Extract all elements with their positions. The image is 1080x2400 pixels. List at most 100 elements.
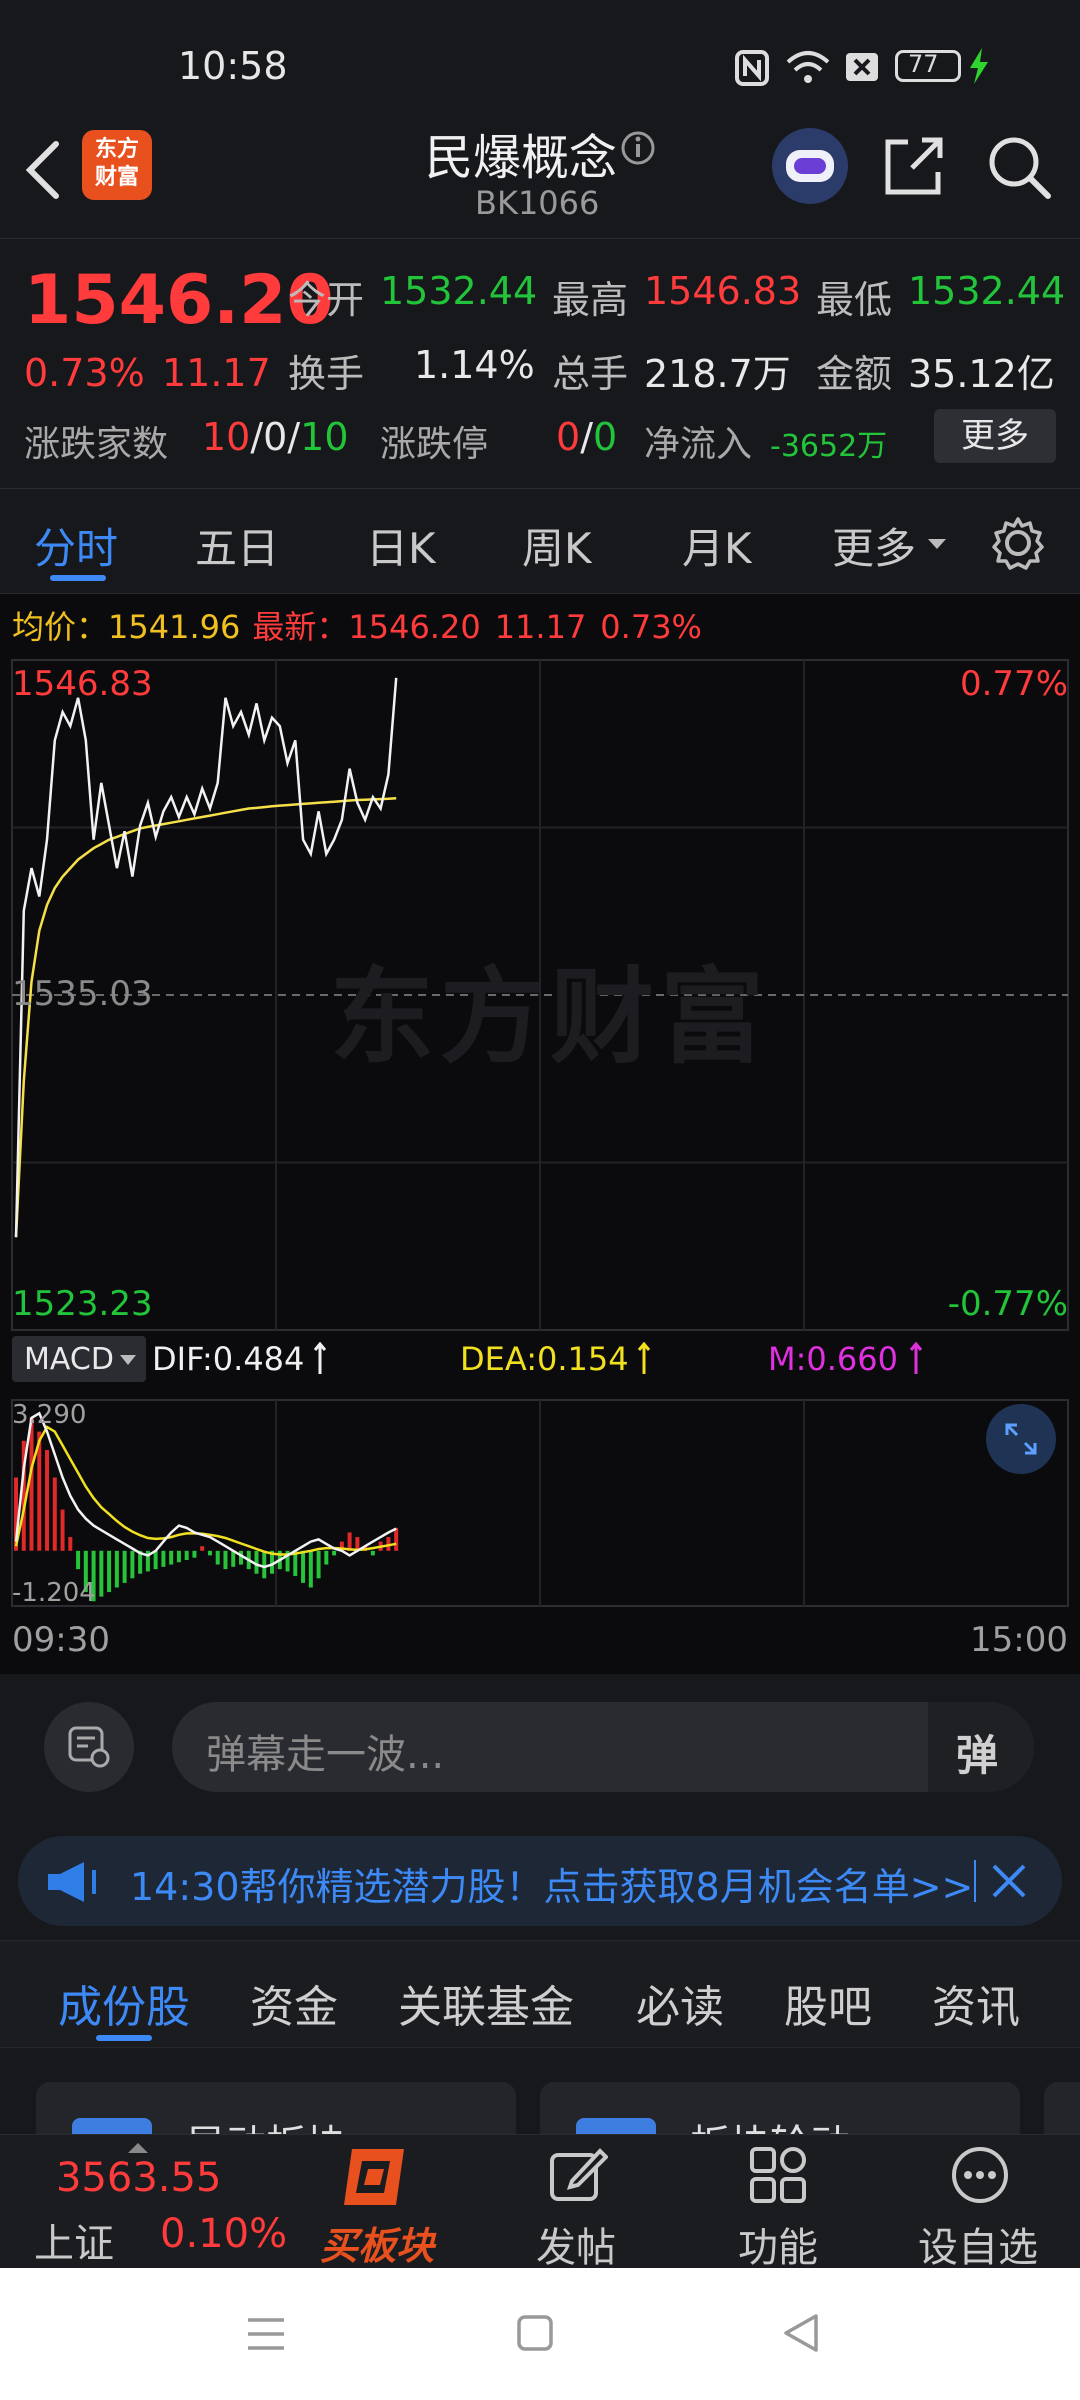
expand-icon bbox=[1005, 1423, 1037, 1455]
tab-constituents[interactable]: 成份股 bbox=[58, 1971, 190, 2035]
chevron-down-icon bbox=[120, 1355, 136, 1365]
buy-board-icon bbox=[344, 2149, 404, 2205]
chevron-down-icon bbox=[928, 539, 946, 549]
updown-label: 涨跌家数 bbox=[24, 424, 169, 465]
caret-up-icon[interactable] bbox=[128, 2141, 148, 2153]
amount-label: 金额 bbox=[816, 352, 893, 396]
system-nav-bar bbox=[0, 2268, 1080, 2400]
danmu-send-button[interactable]: 弹 bbox=[928, 1702, 1034, 1792]
avg-value: 1541.96 bbox=[108, 608, 241, 646]
card-title: 异动板块 bbox=[186, 2112, 346, 2134]
function-label[interactable]: 功能 bbox=[738, 2215, 818, 2273]
index-pct[interactable]: 0.10% bbox=[160, 2211, 287, 2257]
wifi-icon bbox=[786, 51, 830, 83]
card-partial[interactable] bbox=[1044, 2082, 1080, 2134]
high-value: 1546.83 bbox=[644, 269, 802, 313]
search-icon[interactable] bbox=[986, 134, 1052, 200]
dif-line bbox=[14, 1411, 397, 1569]
back-icon[interactable] bbox=[22, 140, 62, 200]
tab-daily-k[interactable]: 日K bbox=[366, 515, 436, 576]
close-icon[interactable] bbox=[988, 1860, 1030, 1902]
macd-selector[interactable]: MACD bbox=[12, 1336, 146, 1382]
card-abnormal-boards[interactable]: 异动板块 bbox=[36, 2082, 516, 2134]
charging-icon bbox=[970, 48, 988, 84]
tab-must-read[interactable]: 必读 bbox=[636, 1971, 724, 2035]
megaphone-icon bbox=[48, 1862, 96, 1902]
tab-related-funds[interactable]: 关联基金 bbox=[398, 1971, 574, 2035]
share-icon[interactable] bbox=[882, 134, 946, 198]
index-name[interactable]: 上证 bbox=[34, 2211, 114, 2269]
macd-top-label: 3.290 bbox=[12, 1400, 87, 1430]
low-value: 1532.44 bbox=[908, 269, 1066, 313]
post-icon[interactable] bbox=[548, 2145, 608, 2205]
buy-board-button[interactable]: 买板块 bbox=[318, 2145, 438, 2268]
period-tabs: 分时 五日 日K 周K 月K 更多 bbox=[0, 488, 1080, 594]
card-title: 板块轮动 bbox=[690, 2112, 850, 2134]
y-axis-top-label: 1546.83 bbox=[12, 664, 153, 704]
tab-forum[interactable]: 股吧 bbox=[784, 1971, 872, 2035]
battery-icon: 77 bbox=[895, 50, 961, 82]
watermark: 东方财富 bbox=[330, 956, 771, 1078]
danmu-bar: 弹幕走一波... 弹 bbox=[0, 1674, 1080, 1824]
card-row: 异动板块 板块轮动 bbox=[0, 2048, 1080, 2134]
arrow-up-icon bbox=[637, 1342, 651, 1374]
content-tabs: 成份股 资金 关联基金 必读 股吧 资讯 bbox=[0, 1940, 1080, 2048]
time-start-label: 09:30 bbox=[12, 1620, 110, 1660]
turnover-value: 1.14% bbox=[414, 343, 535, 387]
pct-top-label: 0.77% bbox=[959, 664, 1068, 704]
volume-label: 总手 bbox=[552, 352, 629, 396]
nfc-icon bbox=[735, 50, 769, 86]
low-label: 最低 bbox=[816, 278, 893, 322]
active-tab-indicator bbox=[50, 575, 106, 581]
header: 东方 财富 民爆概念 BK1066 bbox=[0, 112, 1080, 238]
tab-more[interactable]: 更多 bbox=[832, 515, 916, 576]
board-code: BK1066 bbox=[475, 184, 600, 222]
page-title: 民爆概念 bbox=[425, 130, 618, 186]
macd-dif: DIF:0.484 bbox=[152, 1340, 305, 1378]
menu-icon[interactable] bbox=[246, 2314, 286, 2354]
tab-news[interactable]: 资讯 bbox=[932, 1971, 1020, 2035]
index-value[interactable]: 3563.55 bbox=[56, 2155, 221, 2201]
bottom-bar: 3563.55 上证 0.10% 买板块 发帖 功能 设自选 bbox=[0, 2134, 1080, 2271]
danmu-input[interactable]: 弹幕走一波... 弹 bbox=[172, 1702, 1034, 1792]
volume-value: 218.7万 bbox=[644, 352, 791, 396]
limit-label: 涨跌停 bbox=[380, 424, 489, 465]
quote-panel: 1546.20 0.73% 11.17 今开 1532.44 最高 1546.8… bbox=[0, 238, 1080, 488]
limit-counts: 0/0 bbox=[556, 415, 617, 459]
tab-monthly-k[interactable]: 月K bbox=[682, 515, 752, 576]
up-count: 10 bbox=[202, 415, 251, 459]
open-value: 1532.44 bbox=[380, 269, 538, 313]
back-nav-icon[interactable] bbox=[780, 2312, 820, 2354]
macd-m: M:0.660 bbox=[768, 1340, 898, 1378]
sim-icon bbox=[846, 53, 878, 81]
status-bar: 10:58 77 bbox=[0, 0, 1080, 120]
banner-text[interactable]: 14:30帮你精选潜力股！点击获取8月机会名单>> bbox=[130, 1856, 973, 1911]
function-grid-icon[interactable] bbox=[748, 2145, 808, 2205]
info-icon[interactable] bbox=[620, 130, 656, 166]
expand-button[interactable] bbox=[986, 1404, 1056, 1474]
add-watchlist-label[interactable]: 设自选 bbox=[918, 2215, 1038, 2273]
card-board-rotation[interactable]: 板块轮动 bbox=[540, 2082, 1020, 2134]
assistant-robot-icon[interactable] bbox=[772, 128, 848, 204]
promo-banner[interactable]: 14:30帮你精选潜力股！点击获取8月机会名单>> bbox=[18, 1836, 1062, 1926]
updown-separator: / bbox=[250, 415, 264, 459]
change-value: 11.17 bbox=[162, 351, 271, 395]
more-button[interactable]: 更多 bbox=[934, 409, 1056, 463]
chart-area: 均价：1541.96 最新：1546.20 11.17 0.73% 东方财富 1546… bbox=[0, 594, 1080, 1674]
danmu-settings-button[interactable] bbox=[44, 1702, 134, 1792]
arrow-up-icon bbox=[909, 1342, 923, 1374]
tab-five-day[interactable]: 五日 bbox=[195, 515, 279, 576]
gear-icon[interactable] bbox=[990, 515, 1046, 571]
more-dots-icon[interactable] bbox=[950, 2145, 1010, 2205]
post-label[interactable]: 发帖 bbox=[536, 2215, 616, 2273]
change-pct: 0.73% bbox=[24, 351, 145, 395]
tab-intraday[interactable]: 分时 bbox=[34, 515, 118, 576]
tab-funds[interactable]: 资金 bbox=[250, 1971, 338, 2035]
arrow-up-icon bbox=[313, 1342, 327, 1374]
updown-counts: 10/0/10 bbox=[202, 415, 349, 459]
macd-chart[interactable] bbox=[0, 1392, 1080, 1612]
home-icon[interactable] bbox=[516, 2314, 554, 2352]
tab-weekly-k[interactable]: 周K bbox=[522, 515, 592, 576]
app-logo: 东方 财富 bbox=[82, 130, 152, 200]
buy-board-label: 买板块 bbox=[320, 2224, 435, 2268]
